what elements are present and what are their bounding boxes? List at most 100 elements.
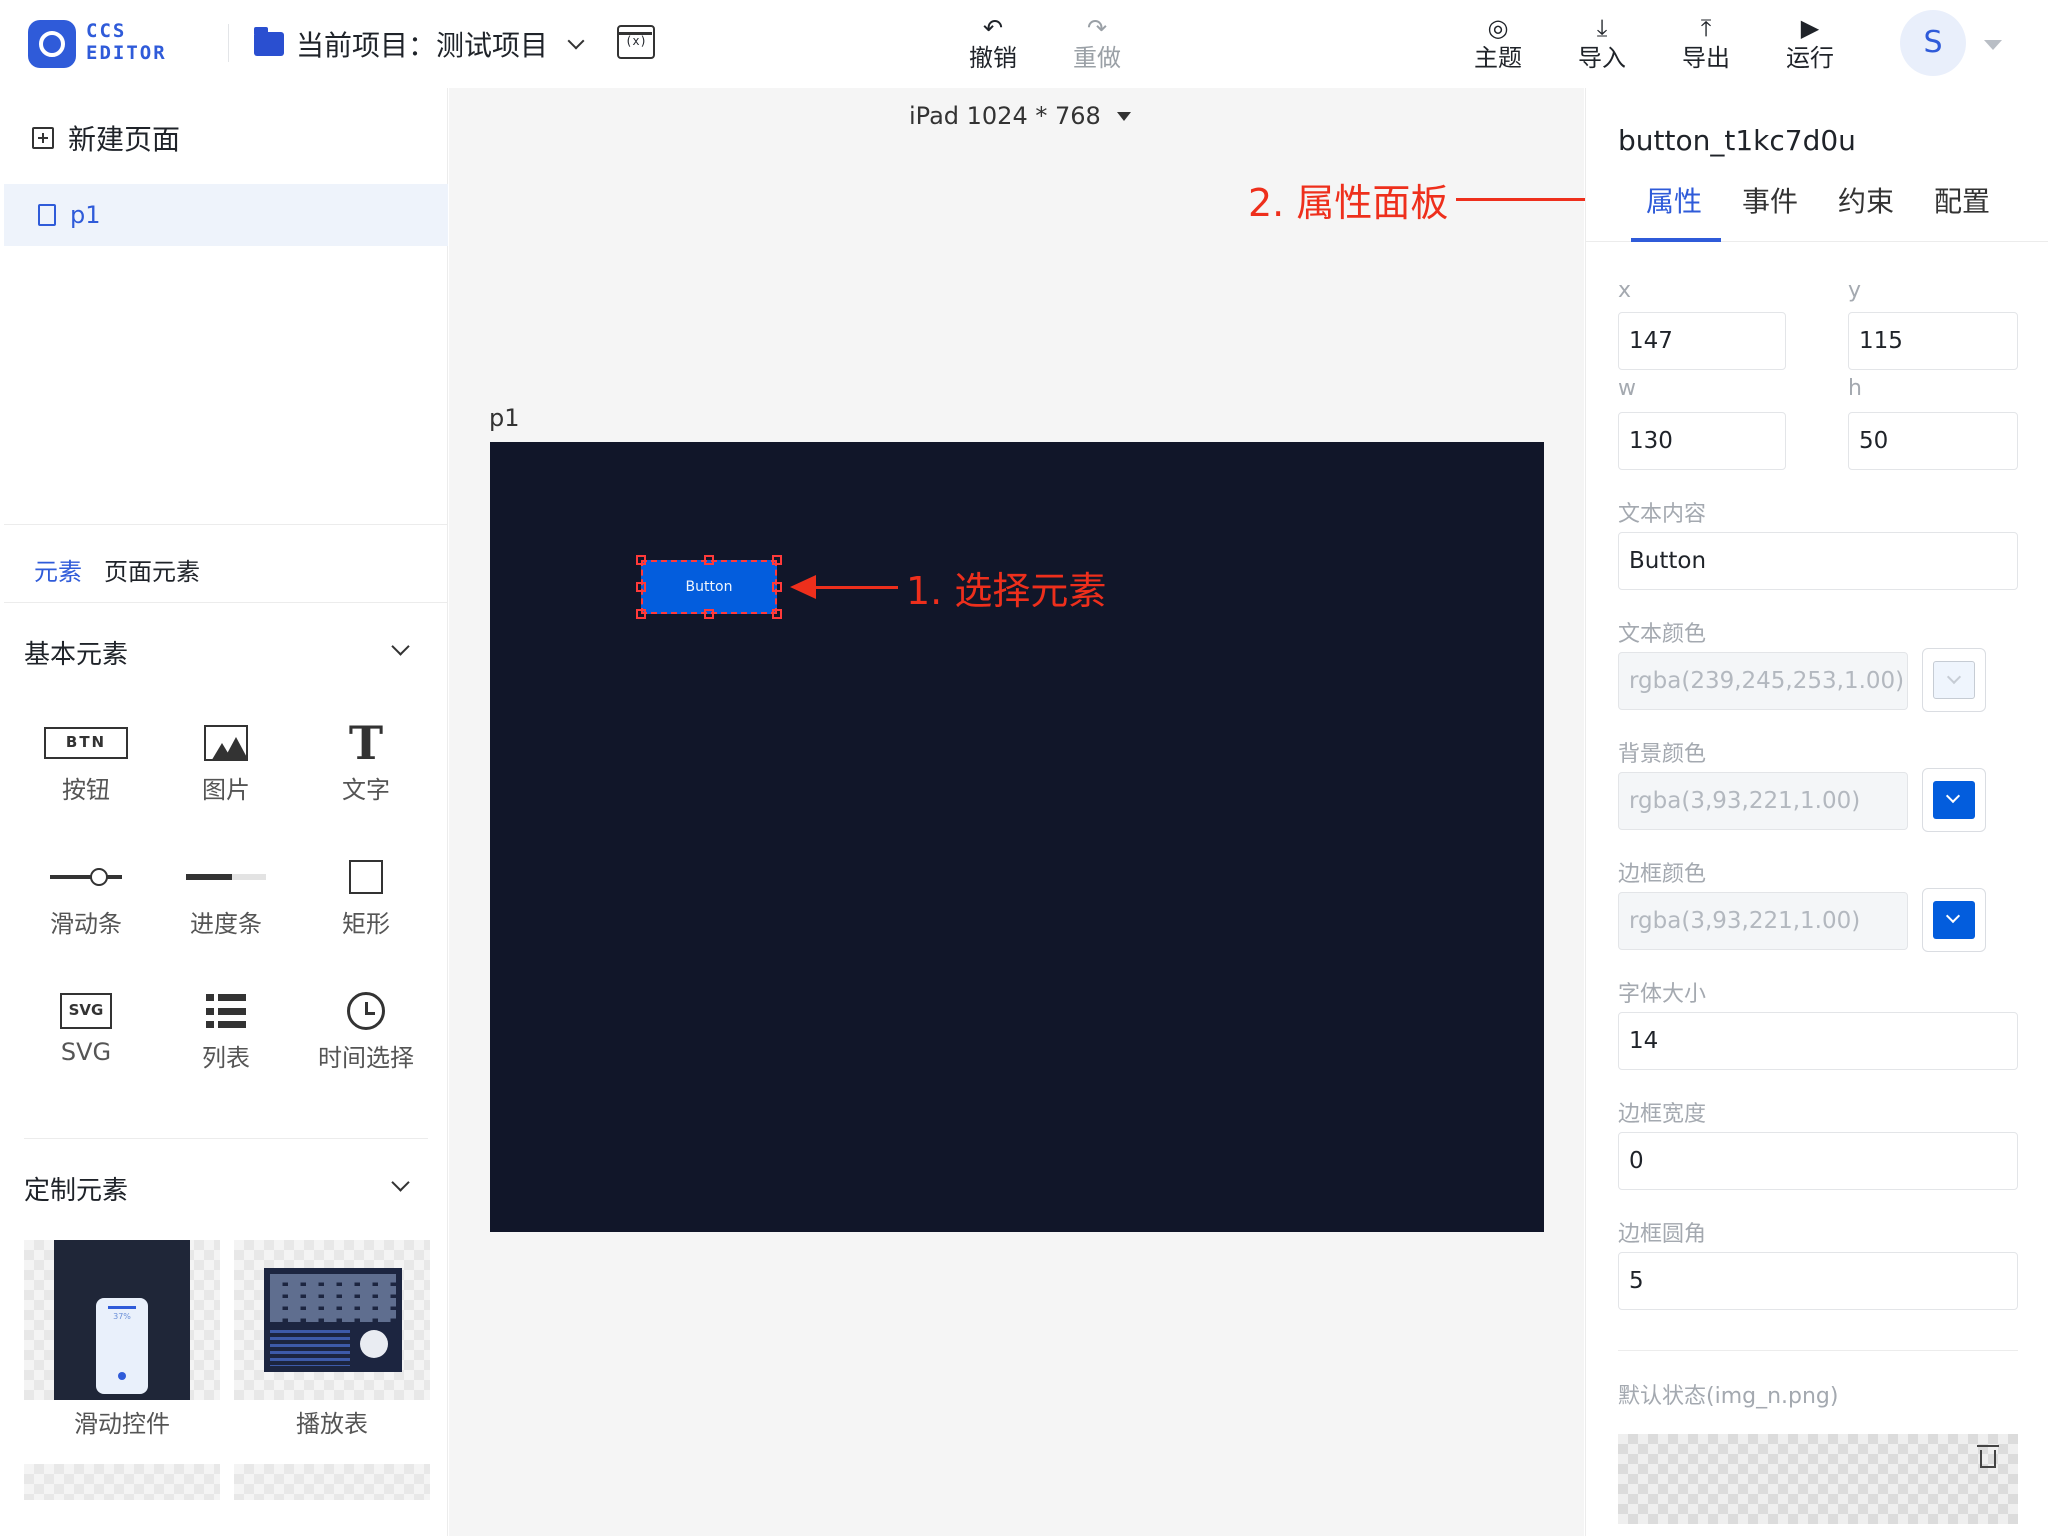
custom-element-schedule[interactable]: [234, 1240, 430, 1400]
x-label: x: [1618, 278, 1632, 303]
element-text[interactable]: T 文字: [306, 716, 426, 810]
preview-text: 37%: [113, 1312, 131, 1321]
element-rectangle[interactable]: 矩形: [306, 854, 426, 944]
border-width-input[interactable]: 0: [1618, 1132, 2018, 1190]
divider: [1618, 1350, 2018, 1351]
rect-icon: [349, 860, 383, 894]
custom-element-label: 滑动控件: [74, 1410, 170, 1438]
element-time-picker[interactable]: 时间选择: [306, 988, 426, 1078]
font-size-input[interactable]: 14: [1618, 1012, 2018, 1070]
redo-button[interactable]: ↷ 重做: [1057, 14, 1137, 78]
caret-down-icon: [1116, 111, 1131, 121]
undo-button[interactable]: ↶ 撤销: [953, 14, 1033, 78]
resize-handle[interactable]: [772, 582, 782, 592]
new-page-button[interactable]: 新建页面: [32, 118, 180, 158]
resize-handle[interactable]: [636, 555, 646, 565]
text-content-input[interactable]: Button: [1618, 532, 2018, 590]
redo-icon: ↷: [1086, 14, 1108, 42]
clock-icon: [347, 992, 385, 1030]
page-name-label: p1: [489, 404, 520, 432]
bg-color-label: 背景颜色: [1618, 742, 1707, 767]
border-color-input: rgba(3,93,221,1.00): [1618, 892, 1908, 950]
custom-elements-header[interactable]: 定制元素: [24, 1170, 128, 1207]
button-icon: BTN: [44, 727, 128, 759]
project-selector[interactable]: 当前项目：测试项目: [254, 22, 585, 66]
text-color-input: rgba(239,245,253,1.00): [1618, 652, 1908, 710]
element-slider[interactable]: 滑动条: [26, 854, 146, 944]
y-input[interactable]: 115: [1848, 312, 2018, 370]
variables-button[interactable]: (x): [617, 25, 655, 59]
tab-config[interactable]: 配置: [1934, 178, 1990, 242]
chevron-down-icon[interactable]: [391, 1173, 410, 1192]
device-selector[interactable]: iPad 1024 * 768: [909, 102, 1131, 130]
border-radius-input[interactable]: 5: [1618, 1252, 2018, 1310]
custom-element-slider-control[interactable]: 37%: [24, 1240, 220, 1400]
import-button[interactable]: ⤓ 导入: [1562, 14, 1642, 78]
resize-handle[interactable]: [772, 609, 782, 619]
export-icon: ⤒: [1700, 14, 1712, 42]
tab-constraints[interactable]: 约束: [1838, 178, 1894, 242]
list-icon: [206, 994, 246, 1028]
project-label: 当前项目：: [296, 29, 437, 62]
y-label: y: [1848, 278, 1862, 303]
preview-thumbnail: [264, 1268, 402, 1372]
element-list[interactable]: 列表: [166, 988, 286, 1078]
text-color-label: 文本颜色: [1618, 622, 1707, 647]
border-color-picker[interactable]: [1922, 888, 1986, 952]
run-button[interactable]: ▶ 运行: [1770, 14, 1850, 78]
component-id: button_t1kc7d0u: [1618, 124, 1856, 157]
chevron-down-icon: [1946, 669, 1962, 685]
undo-icon: ↶: [982, 14, 1004, 42]
bg-color-picker[interactable]: [1922, 768, 1986, 832]
element-button[interactable]: BTN 按钮: [26, 720, 146, 810]
page-item-p1[interactable]: p1: [4, 184, 448, 246]
tab-properties[interactable]: 属性: [1646, 178, 1702, 242]
divider: [24, 1138, 428, 1139]
folder-icon: [254, 27, 284, 56]
chevron-down-icon[interactable]: [391, 637, 410, 656]
x-input[interactable]: 147: [1618, 312, 1786, 370]
resize-handle[interactable]: [772, 555, 782, 565]
divider: [4, 602, 448, 603]
caret-down-icon[interactable]: [1984, 40, 2002, 50]
app-logo-text: CCS EDITOR: [86, 20, 167, 64]
tab-page-elements[interactable]: 页面元素: [104, 552, 200, 587]
element-svg[interactable]: SVG SVG: [26, 988, 146, 1078]
default-state-image[interactable]: [1618, 1434, 2018, 1524]
resize-handle[interactable]: [636, 582, 646, 592]
text-color-picker[interactable]: [1922, 648, 1986, 712]
resize-handle[interactable]: [636, 609, 646, 619]
design-stage[interactable]: Button 1. 选择元素: [490, 442, 1544, 1232]
theme-button[interactable]: ◎ 主题: [1458, 14, 1538, 78]
annotation-property-panel: 2. 属性面板: [1248, 181, 1449, 225]
project-name: 测试项目: [436, 29, 549, 62]
basic-elements-header[interactable]: 基本元素: [24, 634, 128, 671]
w-input[interactable]: 130: [1618, 412, 1786, 470]
import-icon: ⤓: [1596, 14, 1608, 42]
border-width-label: 边框宽度: [1618, 1102, 1707, 1127]
element-progress[interactable]: 进度条: [166, 854, 286, 944]
selected-button-element[interactable]: Button: [641, 560, 777, 614]
custom-element[interactable]: [234, 1464, 430, 1500]
image-icon: [204, 725, 248, 761]
color-swatch: [1933, 781, 1975, 819]
h-input[interactable]: 50: [1848, 412, 2018, 470]
avatar[interactable]: S: [1900, 10, 1966, 76]
text-icon: T: [348, 716, 384, 770]
top-bar: CCS EDITOR 当前项目：测试项目 (x) ↶ 撤销 ↷ 重做 ◎ 主题 …: [0, 0, 2048, 88]
element-image[interactable]: 图片: [166, 720, 286, 810]
svg-icon: SVG: [60, 993, 112, 1029]
add-icon: [32, 127, 54, 149]
run-icon: ▶: [1800, 14, 1820, 42]
custom-element[interactable]: [24, 1464, 220, 1500]
divider: [4, 524, 448, 525]
tab-events[interactable]: 事件: [1742, 178, 1798, 242]
file-icon: [38, 204, 56, 226]
app-logo: [28, 20, 76, 68]
trash-icon[interactable]: [1977, 1445, 1999, 1468]
tab-elements[interactable]: 元素: [34, 552, 82, 587]
inspector-panel: button_t1kc7d0u 属性 事件 约束 配置 x y 147 115 …: [1585, 88, 2048, 1536]
resize-handle[interactable]: [704, 609, 714, 619]
resize-handle[interactable]: [704, 555, 714, 565]
export-button[interactable]: ⤒ 导出: [1666, 14, 1746, 78]
